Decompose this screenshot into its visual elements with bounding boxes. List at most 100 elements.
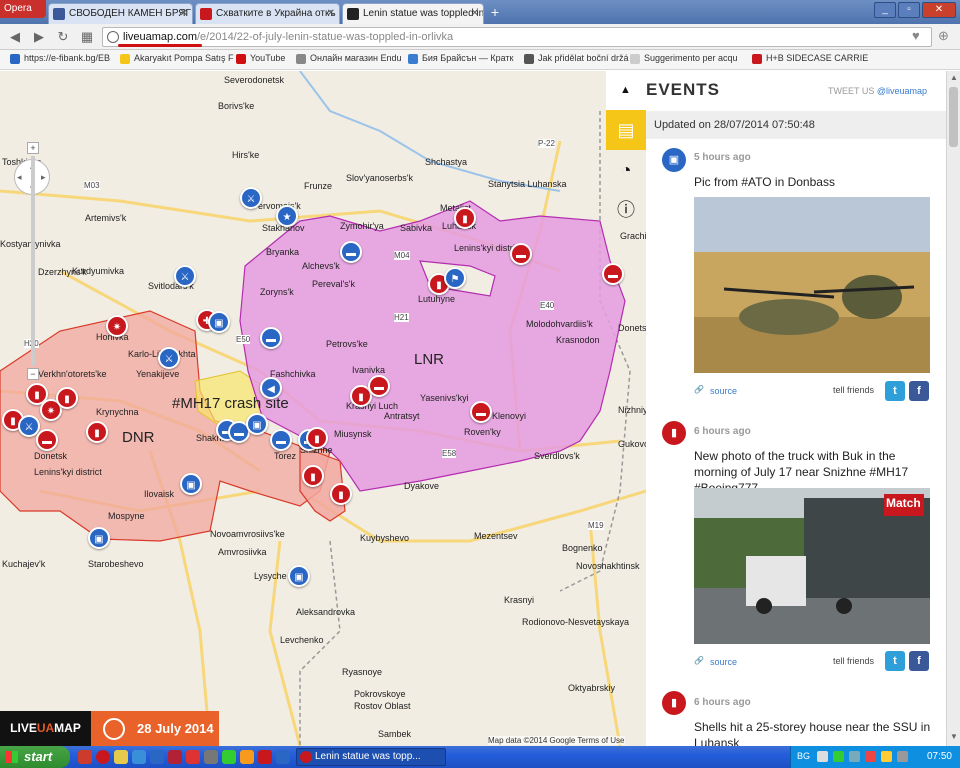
start-button[interactable]: start <box>0 746 70 768</box>
quicklaunch-icon[interactable] <box>258 750 272 764</box>
tray-icon[interactable] <box>849 751 860 762</box>
photo-marker[interactable]: ▣ <box>208 311 230 333</box>
photo-marker[interactable]: ▣ <box>88 527 110 549</box>
bookmark-3[interactable]: YouTube <box>236 53 285 64</box>
map-canvas[interactable]: LNR DNR #MH17 crash site Severodonetsk B… <box>0 71 646 746</box>
taskbar-opera-window[interactable]: Lenin statue was topp... <box>296 748 446 766</box>
photo-marker[interactable]: ▣ <box>246 413 268 435</box>
artillery-marker[interactable]: ▮ <box>454 207 476 229</box>
bookmark-4[interactable]: Онлайн магазин Endu <box>296 53 402 64</box>
event-text[interactable]: Shells hit a 25-storey house near the SS… <box>694 719 934 746</box>
source-link[interactable]: source <box>694 656 737 667</box>
zoom-out-button[interactable]: − <box>27 368 39 380</box>
twitter-handle-link[interactable]: @liveuamap <box>877 86 927 96</box>
star-marker[interactable]: ★ <box>276 205 298 227</box>
close-icon[interactable]: ✕ <box>327 4 335 23</box>
rss-icon[interactable]: ◔ <box>606 150 646 190</box>
scroll-thumb[interactable] <box>949 87 958 147</box>
quicklaunch-icon[interactable] <box>132 750 146 764</box>
heart-icon[interactable]: ♥ <box>912 28 920 43</box>
tank-marker[interactable]: ▬ <box>270 429 292 451</box>
info-icon[interactable]: ⓘ <box>606 190 646 230</box>
new-tab-button[interactable]: + <box>486 4 504 22</box>
event-photo[interactable] <box>694 197 930 373</box>
tank-marker[interactable]: ▬ <box>36 429 58 451</box>
tank-marker[interactable]: ▬ <box>510 243 532 265</box>
quicklaunch-icon[interactable] <box>78 750 92 764</box>
bookmark-5[interactable]: Бия Брайсън — Кратк <box>408 53 513 64</box>
language-indicator[interactable]: BG <box>797 751 810 761</box>
panel-scrollbar[interactable]: ▲ ▼ <box>946 71 960 746</box>
megaphone-marker[interactable]: ◀ <box>260 377 282 399</box>
flag-marker[interactable]: ⚑ <box>444 267 466 289</box>
tray-icon[interactable] <box>865 751 876 762</box>
date-selector[interactable]: 28 July 2014 <box>91 711 219 746</box>
facebook-share-icon[interactable]: f <box>909 651 929 671</box>
tray-icon[interactable] <box>817 751 828 762</box>
tab-1[interactable]: СВОБОДЕН КАМЕН БРЯГ ✕ <box>48 3 193 24</box>
artillery-marker[interactable]: ▮ <box>56 387 78 409</box>
uk-flag-icon[interactable] <box>168 750 182 764</box>
explosion-marker[interactable]: ✷ <box>106 315 128 337</box>
artillery-marker[interactable]: ▮ <box>86 421 108 443</box>
artillery-marker[interactable]: ▮ <box>306 427 328 449</box>
tray-icon[interactable] <box>833 751 844 762</box>
folder-icon[interactable] <box>114 750 128 764</box>
pan-right-icon[interactable]: ▸ <box>41 172 46 183</box>
artillery-marker[interactable]: ▮ <box>330 483 352 505</box>
bookmark-8[interactable]: H+B SIDECASE CARRIE <box>752 53 868 64</box>
tab-3-active[interactable]: Lenin statue was toppled in C ✕ <box>342 3 484 24</box>
liveuamap-logo[interactable]: LIVEUAMAP <box>0 711 91 746</box>
zoom-slider-track[interactable] <box>31 156 35 366</box>
speed-dial-icon[interactable]: ▦ <box>78 28 96 46</box>
quicklaunch-icon[interactable] <box>186 750 200 764</box>
quicklaunch-icon[interactable] <box>150 750 164 764</box>
photo-marker[interactable]: ▣ <box>288 565 310 587</box>
page-info-icon[interactable] <box>107 31 119 43</box>
tweet-us-link[interactable]: TWEET US @liveuamap <box>828 86 927 96</box>
event-text[interactable]: Pic from #ATO in Donbass <box>694 174 934 190</box>
quicklaunch-icon[interactable] <box>240 750 254 764</box>
source-link[interactable]: source <box>694 385 737 396</box>
ukraine-army-marker[interactable]: ⚔ <box>158 347 180 369</box>
system-clock[interactable]: 07:50 <box>927 751 952 762</box>
ukraine-army-marker[interactable]: ⚔ <box>174 265 196 287</box>
tank-marker[interactable]: ▬ <box>260 327 282 349</box>
bookmark-1[interactable]: https://e-fibank.bg/EB <box>10 53 110 64</box>
tank-marker[interactable]: ▬ <box>340 241 362 263</box>
reload-icon[interactable]: ↻ <box>54 28 72 46</box>
tab-2[interactable]: Схватките в Украйна откъ ✕ <box>195 3 340 24</box>
tank-marker[interactable]: ▬ <box>470 401 492 423</box>
zoom-in-button[interactable]: + <box>27 142 39 154</box>
tray-icon[interactable] <box>881 751 892 762</box>
bookmark-7[interactable]: Suggerimento per acqu <box>630 53 738 64</box>
bookmark-2[interactable]: Akaryakıt Pompa Satış F <box>120 53 234 64</box>
close-icon[interactable]: ✕ <box>180 4 188 23</box>
ukraine-army-marker[interactable]: ⚔ <box>240 187 262 209</box>
volume-icon[interactable] <box>897 751 908 762</box>
scroll-down-icon[interactable]: ▼ <box>948 732 960 744</box>
photo-marker[interactable]: ▣ <box>180 473 202 495</box>
collapse-panel-icon[interactable]: ▲ <box>620 84 631 96</box>
close-icon[interactable]: ✕ <box>471 4 479 23</box>
forward-icon[interactable]: ▶ <box>30 28 48 46</box>
tank-marker[interactable]: ▬ <box>368 375 390 397</box>
twitter-share-icon[interactable]: t <box>885 651 905 671</box>
tank-marker[interactable]: ▬ <box>602 263 624 285</box>
download-icon[interactable]: ⊕ <box>938 28 949 44</box>
minimize-button[interactable]: _ <box>874 2 896 18</box>
facebook-share-icon[interactable]: f <box>909 381 929 401</box>
opera-icon[interactable] <box>96 750 110 764</box>
quicklaunch-icon[interactable] <box>204 750 218 764</box>
artillery-marker[interactable]: ▮ <box>302 465 324 487</box>
back-icon[interactable]: ◀ <box>6 28 24 46</box>
close-window-button[interactable]: ✕ <box>922 2 956 18</box>
event-photo[interactable]: Match <box>694 488 930 644</box>
quicklaunch-icon[interactable] <box>222 750 236 764</box>
bookmark-6[interactable]: Jak přidělat boční držá <box>524 53 629 64</box>
scroll-up-icon[interactable]: ▲ <box>948 73 960 85</box>
quicklaunch-icon[interactable] <box>276 750 290 764</box>
address-bar[interactable]: liveuamap.com/e/2014/22-of-july-lenin-st… <box>102 27 932 47</box>
twitter-share-icon[interactable]: t <box>885 381 905 401</box>
news-icon[interactable]: ▤ <box>606 110 646 150</box>
